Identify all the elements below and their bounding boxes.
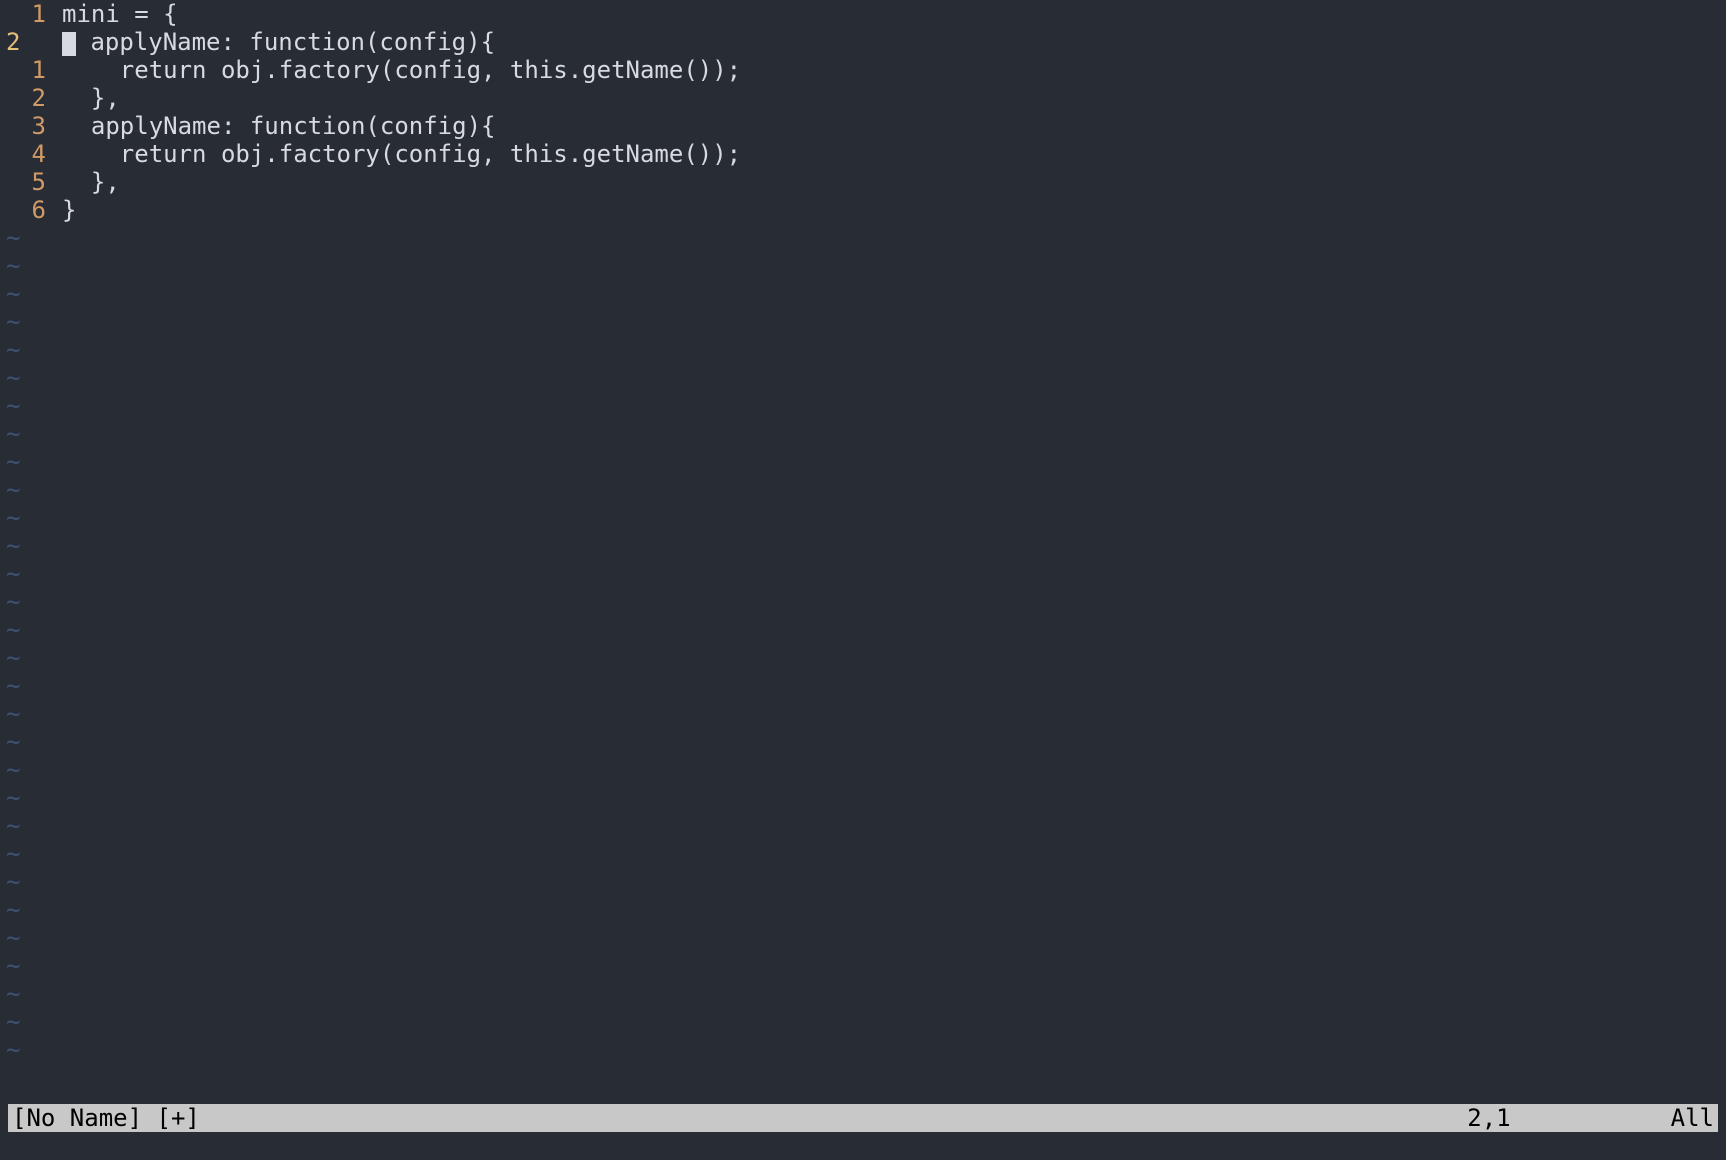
empty-line-tilde: ~	[0, 448, 1726, 476]
gutter-gap	[50, 84, 62, 112]
editor-area[interactable]: 1mini = {2 applyName: function(config){1…	[0, 0, 1726, 1132]
gutter-gap	[50, 140, 62, 168]
empty-line-tilde: ~	[0, 420, 1726, 448]
code-line[interactable]: 3 applyName: function(config){	[0, 112, 1726, 140]
code-text[interactable]: return obj.factory(config, this.getName(…	[62, 56, 741, 84]
code-line[interactable]: 2 },	[0, 84, 1726, 112]
status-bar: [No Name] [+] 2,1 All	[8, 1104, 1718, 1132]
cursor-block	[62, 32, 76, 56]
gutter-gap	[50, 196, 62, 224]
empty-line-tilde: ~	[0, 868, 1726, 896]
empty-line-tilde: ~	[0, 644, 1726, 672]
gutter-gap	[50, 0, 62, 28]
empty-line-tilde: ~	[0, 840, 1726, 868]
empty-line-tilde: ~	[0, 616, 1726, 644]
empty-line-tilde: ~	[0, 1008, 1726, 1036]
empty-line-tilde: ~	[0, 896, 1726, 924]
empty-line-tilde: ~	[0, 252, 1726, 280]
empty-line-tilde: ~	[0, 1036, 1726, 1064]
empty-line-tilde: ~	[0, 476, 1726, 504]
empty-line-tilde: ~	[0, 364, 1726, 392]
empty-line-tilde: ~	[0, 924, 1726, 952]
gutter-gap	[50, 56, 62, 84]
empty-line-tilde: ~	[0, 588, 1726, 616]
empty-line-tilde: ~	[0, 224, 1726, 252]
empty-line-tilde: ~	[0, 952, 1726, 980]
code-text[interactable]: },	[62, 168, 120, 196]
code-text[interactable]: applyName: function(config){	[62, 28, 495, 56]
gutter-gap	[50, 112, 62, 140]
code-text[interactable]: mini = {	[62, 0, 178, 28]
code-text[interactable]: }	[62, 196, 76, 224]
empty-line-tilde: ~	[0, 756, 1726, 784]
empty-line-tilde: ~	[0, 672, 1726, 700]
empty-line-tilde: ~	[0, 812, 1726, 840]
empty-line-tilde: ~	[0, 308, 1726, 336]
code-line[interactable]: 2 applyName: function(config){	[0, 28, 1726, 56]
empty-line-tilde: ~	[0, 980, 1726, 1008]
empty-line-tilde: ~	[0, 560, 1726, 588]
empty-line-tilde: ~	[0, 700, 1726, 728]
code-line[interactable]: 4 return obj.factory(config, this.getNam…	[0, 140, 1726, 168]
code-line[interactable]: 5 },	[0, 168, 1726, 196]
empty-line-tilde: ~	[0, 280, 1726, 308]
status-cursor-pos: 2,1	[1467, 1104, 1670, 1132]
code-line[interactable]: 1 return obj.factory(config, this.getNam…	[0, 56, 1726, 84]
status-view-percent: All	[1671, 1104, 1714, 1132]
code-text[interactable]: return obj.factory(config, this.getName(…	[62, 140, 741, 168]
line-number-relative: 1	[0, 56, 50, 84]
empty-line-tilde: ~	[0, 728, 1726, 756]
empty-line-tilde: ~	[0, 504, 1726, 532]
line-number-relative: 4	[0, 140, 50, 168]
code-text[interactable]: applyName: function(config){	[62, 112, 495, 140]
status-file-name: [No Name] [+]	[12, 1104, 200, 1132]
empty-line-tilde: ~	[0, 784, 1726, 812]
line-number-current: 2	[0, 28, 50, 56]
line-number-relative: 3	[0, 112, 50, 140]
gutter-gap	[50, 168, 62, 196]
code-line[interactable]: 1 mini = {	[0, 0, 1726, 28]
line-number-relative: 2	[0, 84, 50, 112]
empty-line-tilde: ~	[0, 336, 1726, 364]
gutter-gap	[50, 28, 62, 56]
code-text[interactable]: },	[62, 84, 120, 112]
line-number-relative: 1	[0, 0, 50, 28]
empty-line-tilde: ~	[0, 392, 1726, 420]
line-number-relative: 6	[0, 196, 50, 224]
line-number-relative: 5	[0, 168, 50, 196]
code-line[interactable]: 6}	[0, 196, 1726, 224]
empty-line-tilde: ~	[0, 532, 1726, 560]
